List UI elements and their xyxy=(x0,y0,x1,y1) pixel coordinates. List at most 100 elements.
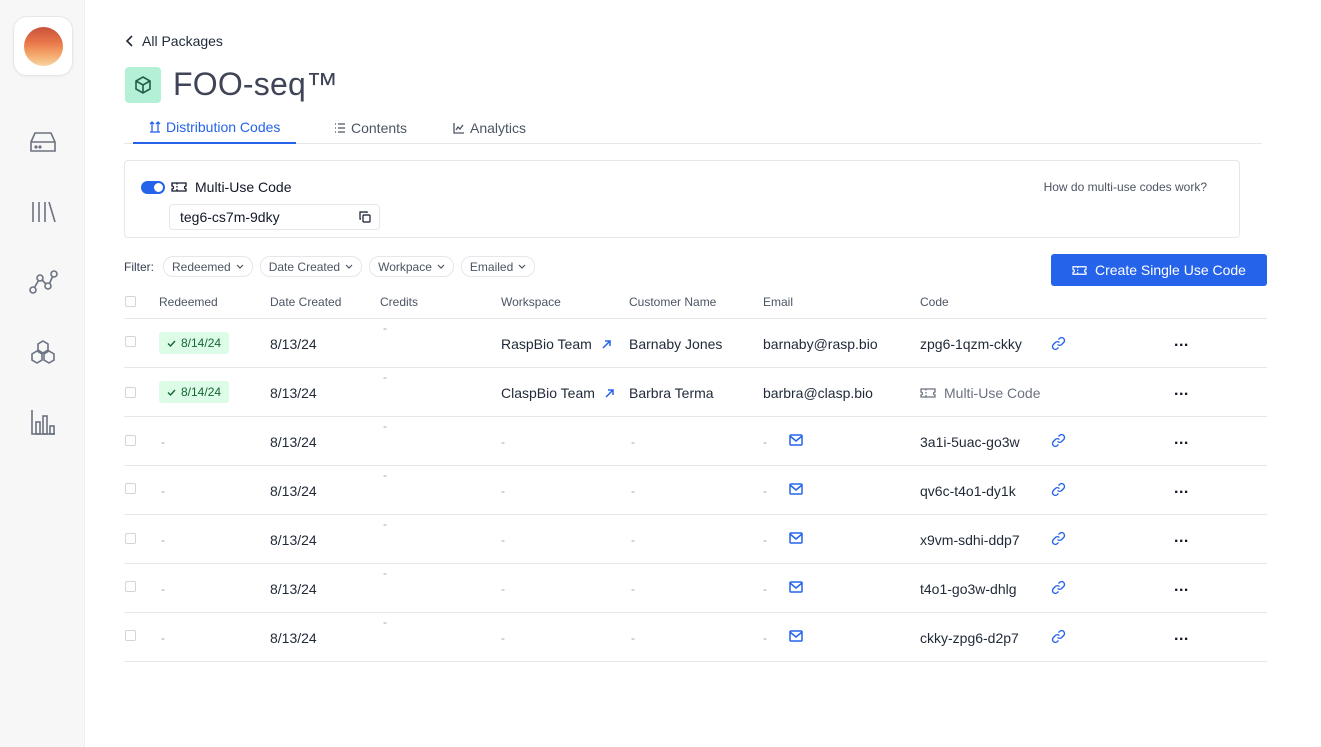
mail-icon[interactable] xyxy=(789,532,803,544)
multi-use-label: Multi-Use Code xyxy=(195,179,292,195)
sunset-logo-icon xyxy=(24,27,63,66)
row-checkbox[interactable] xyxy=(125,630,136,641)
table-row[interactable]: 8/14/24 8/13/24 - RaspBio Team Barnaby J… xyxy=(124,319,1267,368)
back-to-packages-link[interactable]: All Packages xyxy=(126,33,223,49)
email: - xyxy=(763,484,767,498)
create-single-use-code-button[interactable]: Create Single Use Code xyxy=(1051,254,1267,286)
graph-icon[interactable] xyxy=(27,266,59,298)
code-multi-use: Multi-Use Code xyxy=(920,385,1040,401)
table-row[interactable]: 8/14/24 8/13/24 - ClaspBio Team Barbra T… xyxy=(124,368,1267,417)
redeemed: - xyxy=(161,484,165,498)
workspace-link[interactable]: ClaspBio Team xyxy=(501,385,614,401)
row-actions-button[interactable]: ... xyxy=(1174,530,1189,546)
link-icon[interactable] xyxy=(1051,531,1066,546)
row-checkbox[interactable] xyxy=(125,387,136,398)
select-all-checkbox[interactable] xyxy=(125,296,136,307)
row-actions-button[interactable]: ... xyxy=(1174,628,1189,644)
table-row[interactable]: - 8/13/24 - - - - t4o1-go3w-dhlg ... xyxy=(124,564,1267,613)
column-header[interactable]: Date Created xyxy=(270,295,341,309)
bar-chart-icon[interactable] xyxy=(27,406,59,438)
row-checkbox[interactable] xyxy=(125,533,136,544)
tab-label: Analytics xyxy=(470,120,527,136)
filter-redeemed[interactable]: Redeemed xyxy=(163,256,253,277)
link-icon[interactable] xyxy=(1051,433,1066,448)
filter-workspace[interactable]: Workpace xyxy=(369,256,454,277)
copy-icon[interactable] xyxy=(359,211,371,223)
chip-label: Date Created xyxy=(268,259,341,274)
back-label: All Packages xyxy=(142,33,223,49)
email: - xyxy=(763,435,767,449)
check-icon xyxy=(167,340,176,347)
mail-icon[interactable] xyxy=(789,434,803,446)
redeemed: - xyxy=(161,582,165,596)
redeemed-badge: 8/14/24 xyxy=(159,332,230,354)
credits: - xyxy=(383,517,387,531)
customer-name: - xyxy=(631,435,635,449)
mail-icon[interactable] xyxy=(789,483,803,495)
ticket-icon xyxy=(920,388,936,398)
tab-contents[interactable]: Contents xyxy=(318,112,423,144)
link-icon[interactable] xyxy=(1051,336,1066,351)
multi-use-heading: Multi-Use Code xyxy=(171,179,291,195)
sort-arrows-icon xyxy=(149,121,161,133)
customer-name: Barnaby Jones xyxy=(629,336,723,352)
external-link-icon xyxy=(602,340,611,349)
date-created: 8/13/24 xyxy=(270,336,317,352)
row-checkbox[interactable] xyxy=(125,336,136,347)
tab-distribution-codes[interactable]: Distribution Codes xyxy=(133,112,297,144)
chevron-down-icon xyxy=(345,264,353,269)
chevron-left-icon xyxy=(126,35,133,47)
filter-emailed[interactable]: Emailed xyxy=(460,256,536,277)
page-title: FOO-seq™ xyxy=(173,66,339,102)
row-checkbox[interactable] xyxy=(125,581,136,592)
multi-use-code-card: Multi-Use Code How do multi-use codes wo… xyxy=(124,160,1240,238)
hexagons-icon[interactable] xyxy=(27,336,59,368)
row-checkbox[interactable] xyxy=(125,435,136,446)
multi-use-code-field[interactable]: teg6-cs7m-9dky xyxy=(169,204,380,230)
mail-icon[interactable] xyxy=(789,630,803,642)
redeemed: - xyxy=(161,631,165,645)
row-checkbox[interactable] xyxy=(125,483,136,494)
link-icon[interactable] xyxy=(1051,580,1066,595)
library-icon[interactable] xyxy=(27,196,59,228)
table-row[interactable]: - 8/13/24 - - - - ckky-zpg6-d2p7 ... xyxy=(124,613,1267,662)
row-actions-button[interactable]: ... xyxy=(1174,481,1189,497)
column-header[interactable]: Workspace xyxy=(501,295,561,309)
row-actions-button[interactable]: ... xyxy=(1174,383,1189,399)
date-created: 8/13/24 xyxy=(270,532,317,548)
tab-label: Contents xyxy=(351,120,408,136)
column-header[interactable]: Code xyxy=(920,295,949,309)
column-header[interactable]: Email xyxy=(763,295,793,309)
code: t4o1-go3w-dhlg xyxy=(920,581,1017,597)
email: barbra@clasp.bio xyxy=(763,385,873,401)
table-row[interactable]: - 8/13/24 - - - - 3a1i-5uac-go3w ... xyxy=(124,417,1267,466)
row-actions-button[interactable]: ... xyxy=(1174,432,1189,448)
multi-use-code-value: teg6-cs7m-9dky xyxy=(180,209,280,225)
table-row[interactable]: - 8/13/24 - - - - x9vm-sdhi-ddp7 ... xyxy=(124,515,1267,564)
multi-use-toggle[interactable] xyxy=(141,181,165,194)
workspace-link[interactable]: RaspBio Team xyxy=(501,336,611,352)
link-icon[interactable] xyxy=(1051,629,1066,644)
customer-name: - xyxy=(631,484,635,498)
email: - xyxy=(763,533,767,547)
line-chart-icon xyxy=(453,123,464,134)
date-created: 8/13/24 xyxy=(270,630,317,646)
column-header[interactable]: Redeemed xyxy=(159,295,218,309)
drive-icon[interactable] xyxy=(27,126,59,158)
multi-use-help-link[interactable]: How do multi-use codes work? xyxy=(1044,180,1207,194)
link-icon[interactable] xyxy=(1051,482,1066,497)
row-actions-button[interactable]: ... xyxy=(1174,579,1189,595)
credits: - xyxy=(383,615,387,629)
tab-analytics[interactable]: Analytics xyxy=(437,112,542,144)
ticket-icon xyxy=(171,182,187,192)
external-link-icon xyxy=(605,389,614,398)
app-logo[interactable] xyxy=(13,16,73,76)
column-header[interactable]: Customer Name xyxy=(629,295,716,309)
mail-icon[interactable] xyxy=(789,581,803,593)
column-header[interactable]: Credits xyxy=(380,295,418,309)
table-row[interactable]: - 8/13/24 - - - - qv6c-t4o1-dy1k ... xyxy=(124,466,1267,515)
email: barnaby@rasp.bio xyxy=(763,336,878,352)
row-actions-button[interactable]: ... xyxy=(1174,334,1189,350)
filter-date-created[interactable]: Date Created xyxy=(259,256,363,277)
page-header: FOO-seq™ xyxy=(125,66,338,103)
